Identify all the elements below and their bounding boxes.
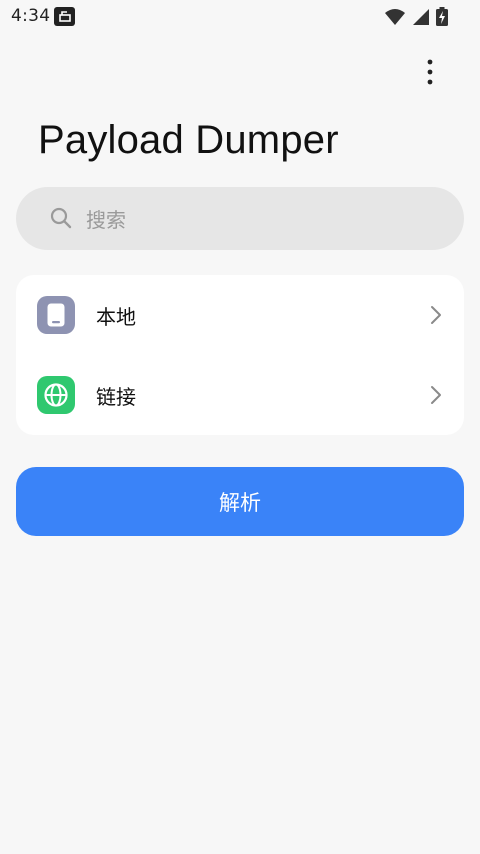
page-title: Payload Dumper xyxy=(38,118,339,162)
list-item-label: 本地 xyxy=(96,305,136,329)
list-item-local[interactable]: 本地 xyxy=(16,275,464,355)
chevron-right-icon xyxy=(431,306,441,324)
status-time: 4:34 xyxy=(11,6,51,26)
wifi-icon xyxy=(384,8,406,30)
more-options-button[interactable] xyxy=(412,54,448,90)
status-icons xyxy=(384,7,448,30)
search-icon xyxy=(49,206,73,230)
source-list-card: 本地 链接 xyxy=(16,275,464,435)
chevron-right-icon xyxy=(431,386,441,404)
signal-icon xyxy=(412,8,430,30)
globe-icon xyxy=(37,376,75,414)
battery-charging-icon xyxy=(436,7,448,30)
notification-icon xyxy=(54,7,75,26)
more-vert-icon xyxy=(427,59,433,85)
list-item-link[interactable]: 链接 xyxy=(16,355,464,435)
parse-button[interactable]: 解析 xyxy=(16,467,464,536)
status-bar: 4:34 xyxy=(0,0,480,34)
search-input[interactable] xyxy=(84,187,448,252)
phone-icon xyxy=(37,296,75,334)
search-bar[interactable] xyxy=(16,187,464,252)
list-item-label: 链接 xyxy=(96,385,136,409)
